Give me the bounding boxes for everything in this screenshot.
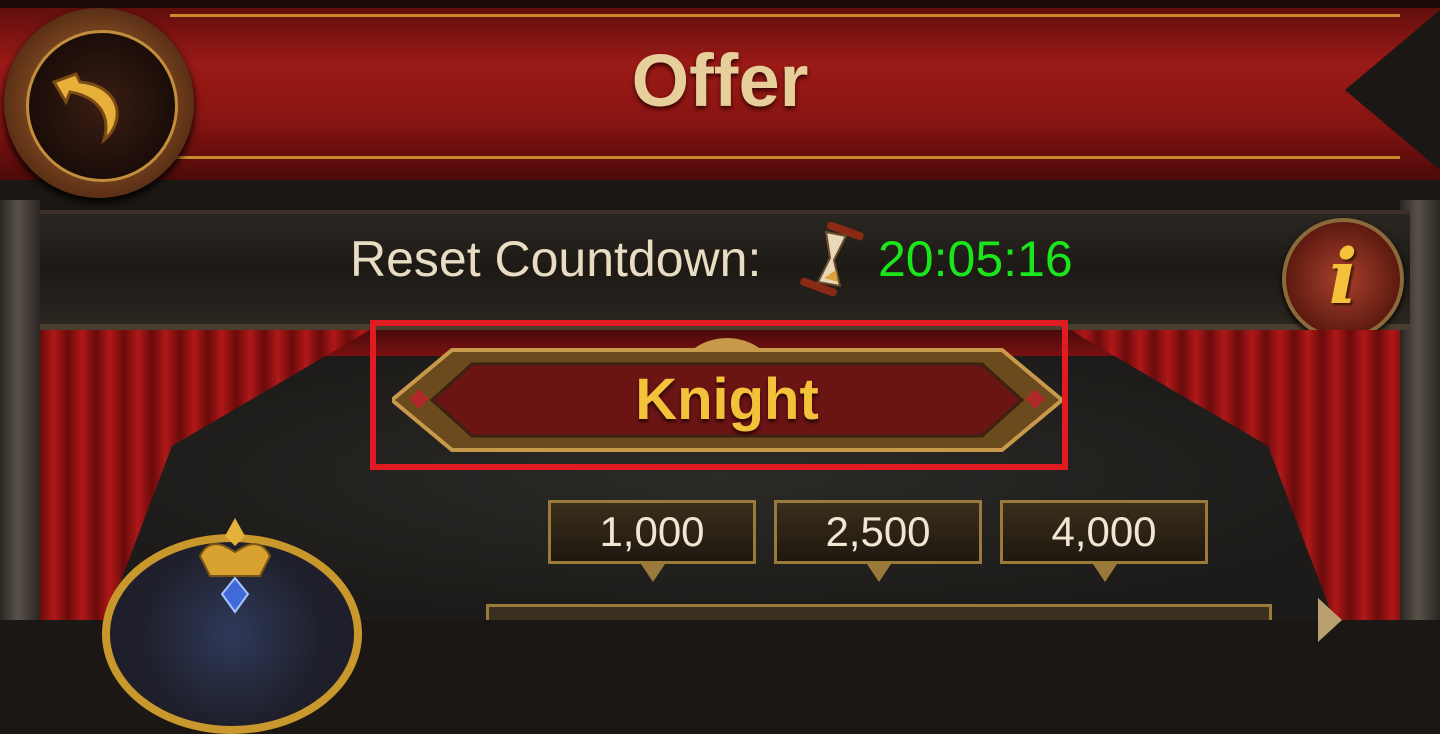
banner-trim-top	[170, 14, 1400, 17]
amount-tab-1[interactable]: 1,000	[548, 500, 756, 582]
countdown-timer: 20:05:16	[878, 231, 1073, 287]
back-arrow-icon	[51, 72, 119, 145]
hourglass-icon	[800, 222, 864, 296]
info-icon: i	[1328, 232, 1358, 321]
banner-trim-bottom	[170, 156, 1400, 159]
left-pillar	[0, 200, 40, 620]
banner-top-edge	[0, 0, 1440, 8]
offer-progress-bar	[486, 604, 1272, 620]
info-button[interactable]: i	[1282, 218, 1404, 340]
page-title: Offer	[631, 39, 809, 122]
countdown-label: Reset Countdown:	[350, 231, 762, 287]
amount-tab-2[interactable]: 2,500	[774, 500, 982, 582]
tier-highlight-box	[370, 320, 1068, 470]
back-button[interactable]	[4, 8, 194, 198]
next-arrow-icon[interactable]	[1318, 598, 1342, 642]
emblem-crown-icon	[198, 518, 272, 614]
amount-tab-3[interactable]: 4,000	[1000, 500, 1208, 582]
